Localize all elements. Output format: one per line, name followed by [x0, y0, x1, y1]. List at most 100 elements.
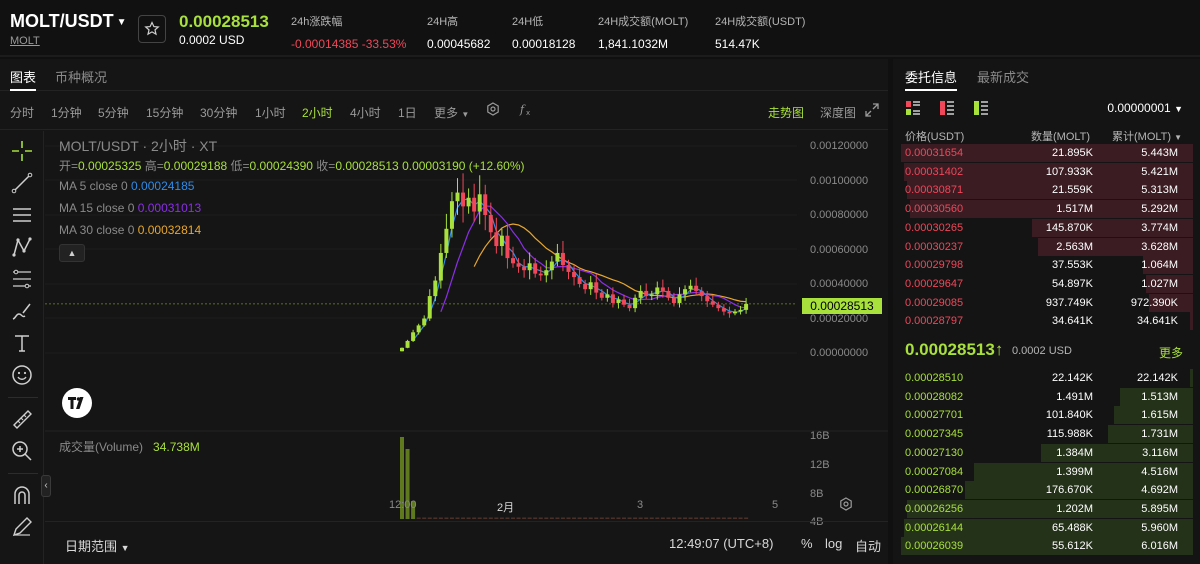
- volume-bar: [627, 517, 632, 519]
- bid-total: 3.116M: [1142, 446, 1178, 459]
- mid-price: 0.00028513↑: [905, 340, 1003, 360]
- pattern-tool[interactable]: [10, 235, 34, 259]
- ask-row[interactable]: 0.00030560 1.517M 5.292M: [893, 200, 1193, 219]
- bid-price: 0.00026870: [905, 484, 964, 497]
- tab-chart[interactable]: 图表: [10, 67, 36, 86]
- emoji-tool[interactable]: [10, 363, 34, 387]
- crosshair-tool[interactable]: [10, 139, 34, 163]
- tradingview-logo[interactable]: [62, 388, 92, 418]
- ask-qty: 937.749K: [1045, 296, 1093, 309]
- low-label: 低=: [230, 159, 250, 173]
- ask-row[interactable]: 0.00031654 21.895K 5.443M: [893, 144, 1193, 162]
- ask-row[interactable]: 0.00029085 937.749K 972.390K: [893, 293, 1193, 312]
- date-range-button[interactable]: 日期范围 ▼: [65, 536, 130, 555]
- ask-qty: 54.897K: [1052, 277, 1093, 290]
- axis-settings-button[interactable]: [839, 497, 853, 514]
- precision-select[interactable]: 0.00000001 ▼: [1107, 101, 1183, 115]
- ask-row[interactable]: 0.00030871 21.559K 5.313M: [893, 181, 1193, 200]
- candle-body: [544, 270, 549, 276]
- pair-base-link[interactable]: MOLT: [10, 35, 40, 47]
- tab-order-book[interactable]: 委托信息: [905, 67, 957, 86]
- bid-row[interactable]: 0.00026870 176.670K 4.692M: [893, 481, 1193, 500]
- column-header-total[interactable]: 累计(MOLT) ▼: [1112, 128, 1182, 144]
- bid-price: 0.00026256: [905, 502, 964, 515]
- chart-settings-button[interactable]: [486, 102, 500, 116]
- ask-row[interactable]: 0.00029647 54.897K 1.027M: [893, 274, 1193, 293]
- bid-row[interactable]: 0.00027130 1.384M 3.116M: [893, 443, 1193, 462]
- chart-area[interactable]: MOLT/USDT · 2小时 · XT 开=0.00025325 高=0.00…: [45, 131, 888, 564]
- candle-body: [516, 263, 521, 267]
- utc-clock[interactable]: 12:49:07 (UTC+8): [669, 536, 773, 551]
- log-scale-toggle[interactable]: log: [825, 536, 842, 551]
- ask-row[interactable]: 0.00028797 34.641K 34.641K: [893, 312, 1193, 331]
- timeframe-tick[interactable]: 分时: [10, 104, 34, 121]
- bid-qty: 65.488K: [1052, 521, 1093, 534]
- ask-row[interactable]: 0.00029798 37.553K 1.064M: [893, 256, 1193, 275]
- timeframe-15m[interactable]: 15分钟: [146, 104, 183, 121]
- ask-row[interactable]: 0.00031402 107.933K 5.421M: [893, 162, 1193, 181]
- bid-row[interactable]: 0.00026039 55.612K 6.016M: [893, 537, 1193, 556]
- bid-row[interactable]: 0.00026144 65.488K 5.960M: [893, 518, 1193, 537]
- stat-value: 514.47K: [715, 37, 760, 51]
- volume-bar: [616, 517, 621, 519]
- bid-qty: 1.491M: [1056, 390, 1093, 403]
- ma15-label: MA 15 close 0: [59, 201, 135, 215]
- volume-bar: [660, 517, 665, 519]
- bid-row[interactable]: 0.00027701 101.840K 1.615M: [893, 406, 1193, 425]
- volume-bar: [516, 517, 521, 519]
- view-both-button[interactable]: [905, 100, 921, 119]
- candle-body: [666, 290, 671, 298]
- ask-total: 1.027M: [1141, 277, 1178, 290]
- more-link[interactable]: 更多: [1159, 344, 1183, 361]
- mode-depth-chart[interactable]: 深度图: [820, 104, 856, 121]
- percent-scale-toggle[interactable]: %: [801, 536, 813, 551]
- bid-row[interactable]: 0.00028082 1.491M 1.513M: [893, 387, 1193, 406]
- bid-row[interactable]: 0.00028510 22.142K 22.142K: [893, 369, 1193, 387]
- fib-tool[interactable]: [10, 267, 34, 291]
- magnet-tool[interactable]: [10, 483, 34, 507]
- timeframe-4h[interactable]: 4小时: [350, 104, 381, 121]
- ask-row[interactable]: 0.00030237 2.563M 3.628M: [893, 237, 1193, 256]
- volume-bar: [483, 517, 488, 519]
- favorite-button[interactable]: [138, 15, 166, 43]
- horizontal-lines-tool[interactable]: [10, 203, 34, 227]
- timeframe-2h[interactable]: 2小时: [302, 104, 333, 121]
- timeframe-1d[interactable]: 1日: [398, 104, 417, 121]
- collapse-legend-button[interactable]: ▲: [59, 244, 85, 262]
- pair-selector[interactable]: MOLT/USDT ▼: [10, 11, 127, 32]
- bid-row[interactable]: 0.00027084 1.399M 4.516M: [893, 462, 1193, 481]
- magnet-icon: [14, 486, 30, 504]
- bid-row[interactable]: 0.00026256 1.202M 5.895M: [893, 499, 1193, 518]
- smiley-icon: [12, 365, 32, 385]
- timeframe-5m[interactable]: 5分钟: [98, 104, 129, 121]
- timeframe-more[interactable]: 更多 ▼: [434, 104, 469, 121]
- candle-body: [744, 303, 749, 310]
- ask-qty: 2.563M: [1056, 240, 1093, 253]
- tab-recent-trades[interactable]: 最新成交: [977, 67, 1029, 86]
- time-axis-label: 12:00: [389, 499, 417, 511]
- volume-bar: [655, 517, 660, 519]
- brush-tool[interactable]: [10, 299, 34, 323]
- view-asks-button[interactable]: [939, 100, 955, 119]
- volume-axis-label: 16B: [810, 430, 830, 442]
- volume-bar: [683, 517, 688, 519]
- timeframe-1m[interactable]: 1分钟: [51, 104, 82, 121]
- trendline-tool[interactable]: [10, 171, 34, 195]
- bid-row[interactable]: 0.00027345 115.988K 1.731M: [893, 425, 1193, 444]
- stat-label: 24h涨跌幅: [291, 16, 343, 28]
- auto-scale-toggle[interactable]: 自动: [855, 536, 881, 555]
- indicators-button[interactable]: fx: [519, 102, 533, 116]
- zoom-in-tool[interactable]: [10, 439, 34, 463]
- tab-coin-overview[interactable]: 币种概况: [55, 67, 107, 86]
- view-bids-button[interactable]: [973, 100, 989, 119]
- active-tab-indicator: [905, 89, 957, 91]
- mode-trend-chart[interactable]: 走势图: [768, 104, 804, 121]
- fullscreen-button[interactable]: [865, 103, 879, 117]
- edit-tool[interactable]: [10, 515, 34, 539]
- ruler-tool[interactable]: [10, 407, 34, 431]
- ask-row[interactable]: 0.00030265 145.870K 3.774M: [893, 218, 1193, 237]
- volume-bar: [594, 517, 599, 519]
- text-tool[interactable]: [10, 331, 34, 355]
- timeframe-30m[interactable]: 30分钟: [200, 104, 237, 121]
- timeframe-1h[interactable]: 1小时: [255, 104, 286, 121]
